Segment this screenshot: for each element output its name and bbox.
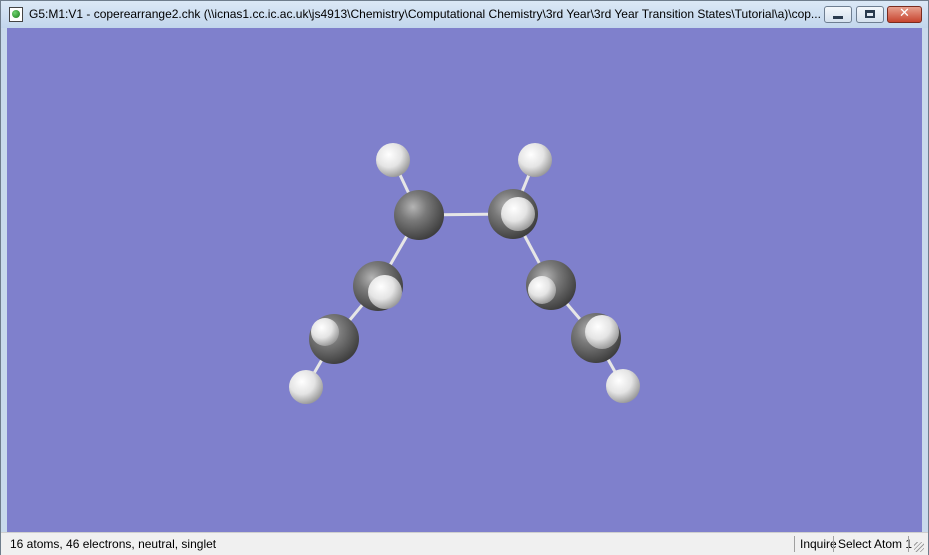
title-bar[interactable]: G5:M1:V1 - coperearrange2.chk (\\icnas1.… <box>1 1 928 28</box>
maximize-button[interactable] <box>856 6 884 23</box>
status-divider <box>908 536 909 552</box>
gaussview-window: G5:M1:V1 - coperearrange2.chk (\\icnas1.… <box>0 0 929 555</box>
molecule-viewport[interactable] <box>7 28 922 532</box>
minimize-icon <box>833 16 843 19</box>
window-title: G5:M1:V1 - coperearrange2.chk (\\icnas1.… <box>29 7 821 21</box>
carbon-atom[interactable] <box>394 190 444 240</box>
minimize-button[interactable] <box>824 6 852 23</box>
hydrogen-atom[interactable] <box>606 369 640 403</box>
close-button[interactable]: ✕ <box>887 6 922 23</box>
molecule-canvas[interactable] <box>7 28 922 532</box>
status-divider <box>794 536 795 552</box>
hydrogen-atom[interactable] <box>289 370 323 404</box>
maximize-icon <box>865 10 875 18</box>
hydrogen-atom[interactable] <box>528 276 556 304</box>
hydrogen-atom[interactable] <box>368 275 402 309</box>
selection-indicator: Select Atom 1 <box>838 537 913 551</box>
status-divider <box>833 536 834 552</box>
hydrogen-atom[interactable] <box>311 318 339 346</box>
resize-grip-icon[interactable] <box>914 542 924 552</box>
molecule-info: 16 atoms, 46 electrons, neutral, singlet <box>10 537 217 551</box>
mode-indicator: Inquire <box>800 537 837 551</box>
hydrogen-atom[interactable] <box>376 143 410 177</box>
close-icon: ✕ <box>899 6 910 21</box>
app-icon[interactable] <box>9 7 23 22</box>
hydrogen-atom[interactable] <box>585 315 619 349</box>
status-bar: 16 atoms, 46 electrons, neutral, singlet… <box>1 532 928 555</box>
hydrogen-atom[interactable] <box>501 197 535 231</box>
hydrogen-atom[interactable] <box>518 143 552 177</box>
atoms <box>289 143 640 404</box>
